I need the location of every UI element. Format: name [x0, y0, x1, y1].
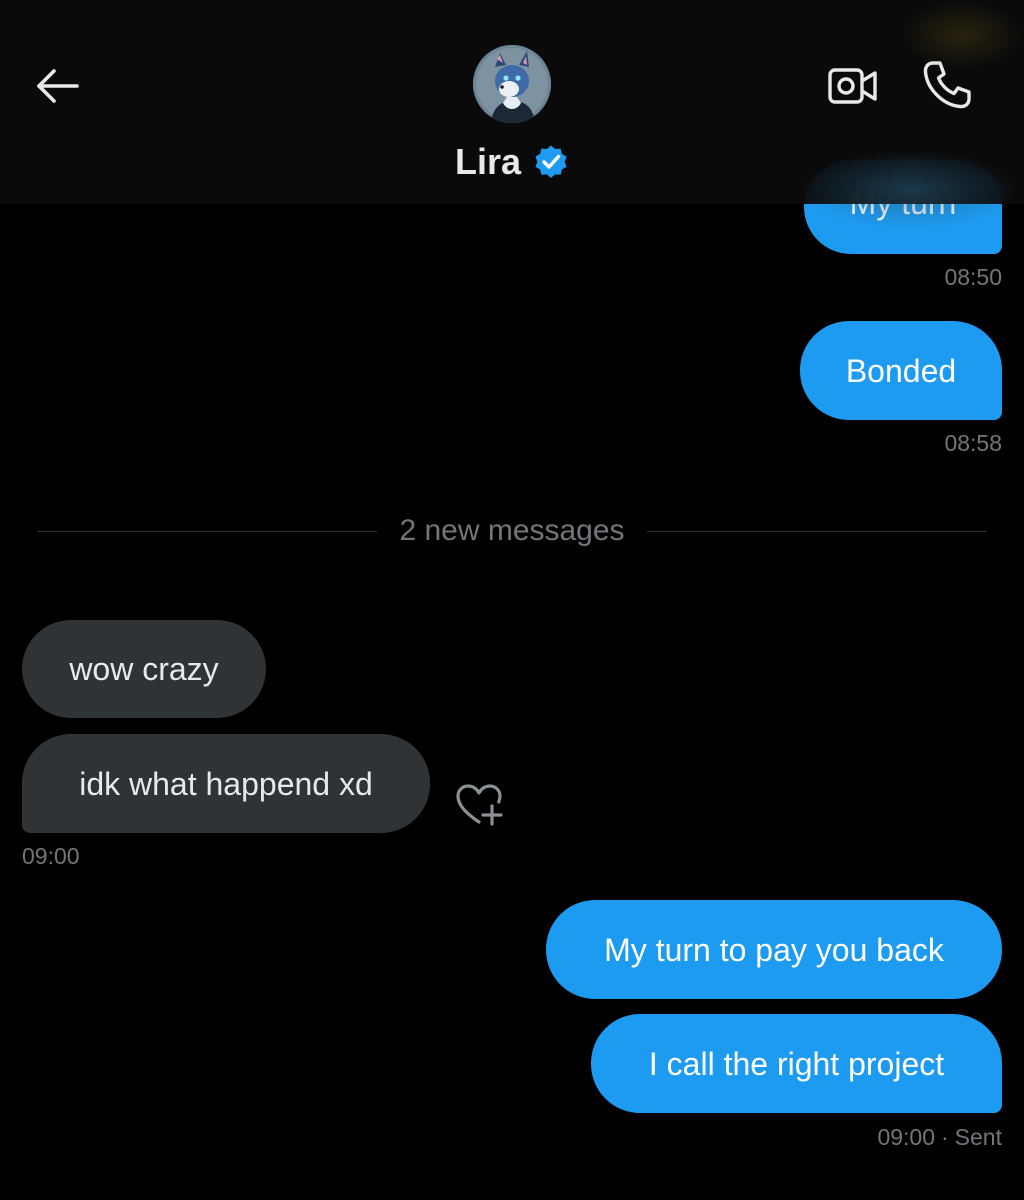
contact-name: Lira — [454, 141, 522, 182]
message-timestamp: 09:00 — [877, 1124, 935, 1150]
verified-badge-icon — [533, 144, 569, 180]
message-text: My turn to pay you back — [604, 931, 944, 968]
avatar[interactable] — [473, 45, 551, 123]
message-text: Bonded — [845, 352, 957, 389]
message-bubble-received[interactable]: wow crazy — [22, 620, 266, 718]
back-button[interactable] — [30, 58, 86, 114]
message-text: I call the right project — [648, 1045, 945, 1082]
video-camera-icon — [828, 68, 877, 104]
message-status-row: 09:00 · Sent — [877, 1124, 1002, 1151]
status-separator: · — [941, 1124, 949, 1150]
heart-plus-icon — [456, 784, 503, 826]
message-bubble-sent[interactable]: My turn to pay you back — [546, 900, 1002, 999]
voice-call-button[interactable] — [918, 56, 976, 114]
message-timestamp: 08:50 — [944, 264, 1002, 290]
message-text: wow crazy — [69, 651, 219, 687]
add-reaction-button[interactable] — [452, 780, 506, 830]
arrow-left-icon — [37, 69, 79, 103]
new-messages-divider: 2 new messages — [38, 508, 986, 554]
contact-title[interactable]: Lira — [0, 136, 1024, 188]
message-timestamp: 09:00 — [22, 843, 80, 869]
avatar-image — [473, 45, 551, 123]
divider-line — [646, 530, 986, 532]
message-timestamp: 08:58 — [944, 430, 1002, 456]
video-call-button[interactable] — [822, 58, 884, 114]
message-text: idk what happend xd — [79, 765, 373, 802]
divider-label: 2 new messages — [399, 514, 625, 547]
message-bubble-sent[interactable]: Bonded — [800, 321, 1002, 420]
message-bubble-received[interactable]: idk what happend xd — [22, 734, 430, 833]
message-status: Sent — [954, 1124, 1002, 1150]
divider-line — [38, 530, 378, 532]
conversation-header: Lira — [0, 0, 1024, 204]
message-bubble-sent[interactable]: I call the right project — [591, 1014, 1002, 1113]
phone-icon — [923, 61, 971, 109]
